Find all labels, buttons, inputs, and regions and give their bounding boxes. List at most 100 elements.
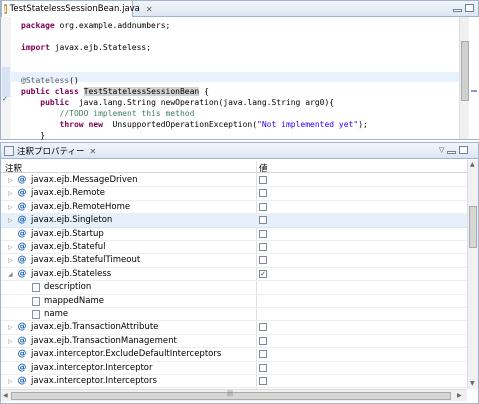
annotation-name: javax.ejb.TransactionManagement (31, 335, 177, 346)
code-line[interactable]: throw new UnsupportedOperationException(… (21, 119, 368, 130)
code-line[interactable]: public class TestStatelessSessionBean { (21, 86, 209, 97)
table-row[interactable]: description (1, 281, 467, 295)
maximize-icon[interactable] (459, 146, 469, 154)
properties-tab-label: 注釈プロパティー (17, 147, 85, 157)
expand-icon[interactable]: ▷ (8, 338, 13, 345)
code-token: ); (358, 120, 368, 129)
value-checkbox[interactable] (259, 363, 267, 372)
table-row[interactable]: @ javax.interceptor.Interceptor (1, 362, 467, 375)
properties-vertical-scrollbar[interactable]: ▲ ▼ (467, 160, 478, 389)
code-token: UnsupportedOperationException( (107, 120, 258, 129)
value-checkbox[interactable] (259, 243, 267, 251)
grip-icon: ||| (227, 390, 234, 397)
code-line[interactable]: } (21, 130, 45, 141)
code-token: throw (59, 120, 84, 129)
table-row[interactable]: ◢ @ javax.ejb.Stateless ✓ (1, 268, 467, 282)
value-checkbox[interactable]: ✓ (259, 269, 267, 278)
properties-horizontal-scrollbar[interactable]: ◀ ||| ▶ (1, 389, 467, 401)
code-line[interactable]: @Stateless() (21, 75, 79, 86)
collapse-icon[interactable]: ◢ (8, 271, 13, 278)
expand-icon[interactable]: ▷ (8, 324, 13, 331)
annotation-name: mappedName (44, 295, 104, 306)
annotation-name: javax.ejb.MessageDriven (31, 175, 138, 185)
table-row[interactable]: ▷ @ javax.ejb.Singleton (1, 214, 467, 228)
annotation-name: javax.interceptor.ExcludeDefaultIntercep… (31, 349, 222, 360)
minimize-icon[interactable] (453, 9, 462, 12)
table-row[interactable]: @ javax.ejb.Startup (1, 228, 467, 241)
checkmark-icon: ✓ (2, 95, 8, 103)
close-icon[interactable]: ✕ (146, 5, 153, 14)
annotation-icon: @ (17, 188, 27, 199)
table-row[interactable]: name (1, 308, 467, 322)
table-row[interactable]: @ javax.interceptor.ExcludeDefaultInterce… (1, 348, 467, 362)
value-checkbox[interactable] (259, 350, 267, 359)
table-row[interactable]: ▷ @ javax.ejb.RemoteHome (1, 201, 467, 215)
value-checkbox[interactable] (259, 377, 267, 385)
code-token: java.lang.String newOperation(java.lang.… (74, 98, 335, 107)
code-token: class (54, 87, 79, 96)
expand-icon[interactable]: ▷ (8, 244, 13, 251)
value-checkbox[interactable] (259, 229, 267, 238)
minimize-icon[interactable] (447, 151, 457, 154)
table-row[interactable]: mappedName (1, 295, 467, 308)
code-line[interactable]: //TODO implement this method (21, 108, 195, 119)
view-menu-icon[interactable]: ▽ (439, 146, 444, 154)
editor-vertical-scrollbar[interactable] (459, 17, 469, 139)
value-checkbox[interactable] (259, 336, 267, 345)
attribute-icon (32, 296, 40, 306)
overview-marker[interactable] (471, 90, 477, 92)
value-checkbox[interactable] (259, 216, 267, 225)
code-line[interactable]: package org.example.addnumbers; (21, 20, 170, 31)
value-checkbox[interactable] (259, 176, 267, 184)
code-area[interactable]: package org.example.addnumbers; import ja… (11, 17, 459, 141)
table-row[interactable]: ▷ @ javax.ejb.Stateful (1, 241, 467, 255)
scroll-left-icon[interactable]: ◀ (3, 392, 8, 399)
scroll-up-icon[interactable]: ▲ (470, 161, 475, 168)
expand-icon[interactable]: ▷ (8, 204, 13, 211)
annotation-icon: @ (17, 242, 27, 252)
value-checkbox[interactable] (259, 256, 267, 265)
table-row[interactable]: ▷ @ javax.ejb.TransactionManagement (1, 335, 467, 349)
annotation-icon: @ (17, 322, 27, 333)
table-row[interactable]: ▷ @ javax.ejb.StatefulTimeout (1, 254, 467, 268)
editor-tab-label: TestStatelessSessionBean.java (9, 4, 140, 14)
table-header: 注釈 値 (1, 161, 467, 174)
code-token: TestStatelessSessionBean (83, 87, 200, 96)
table-row[interactable]: ▷ @ javax.ejb.Remote (1, 187, 467, 201)
expand-icon[interactable]: ▷ (8, 190, 13, 197)
scroll-down-icon[interactable]: ▼ (470, 380, 475, 387)
editor-tab[interactable]: J TestStatelessSessionBean.java ✕ (1, 1, 153, 17)
properties-tab[interactable]: 注釈プロパティー ✕ (1, 143, 101, 159)
value-checkbox[interactable] (259, 189, 267, 198)
close-icon[interactable]: ✕ (90, 147, 97, 156)
scrollbar-thumb[interactable] (461, 41, 469, 101)
scrollbar-thumb[interactable] (469, 206, 477, 248)
code-token: "Not implemented yet" (257, 120, 359, 129)
java-file-icon: J (4, 4, 7, 14)
table-row[interactable]: ▷ @ javax.ejb.TransactionAttribute (1, 321, 467, 335)
table-row[interactable]: ▷ @ javax.interceptor.Interceptors (1, 375, 467, 389)
value-checkbox[interactable] (259, 202, 267, 211)
maximize-icon[interactable] (465, 4, 474, 12)
editor-tab-bar: J TestStatelessSessionBean.java ✕ (1, 1, 478, 17)
expand-icon[interactable]: ▷ (8, 177, 13, 184)
annotation-name: javax.interceptor.Interceptor (31, 362, 153, 373)
expand-icon[interactable]: ▷ (8, 378, 13, 385)
editor-pane: J TestStatelessSessionBean.java ✕ ✓ pack… (0, 0, 479, 140)
code-line[interactable]: public java.lang.String newOperation(jav… (21, 97, 334, 108)
value-checkbox[interactable] (259, 323, 267, 332)
annotation-name: description (44, 282, 92, 293)
column-header-value[interactable]: 値 (259, 162, 268, 174)
annotation-icon: @ (17, 268, 27, 279)
table-row[interactable]: ▷ @ javax.ejb.MessageDriven (1, 174, 467, 188)
annotation-name: name (44, 309, 69, 319)
annotation-icon: @ (17, 335, 27, 346)
code-token: } (21, 131, 46, 140)
code-line[interactable]: import javax.ejb.Stateless; (21, 42, 151, 53)
expand-icon[interactable]: ▷ (8, 217, 13, 224)
column-header-annotation[interactable]: 注釈 (5, 162, 22, 174)
scroll-right-icon[interactable]: ▶ (457, 392, 462, 399)
annotation-icon: @ (17, 362, 27, 373)
expand-icon[interactable]: ▷ (8, 257, 13, 264)
